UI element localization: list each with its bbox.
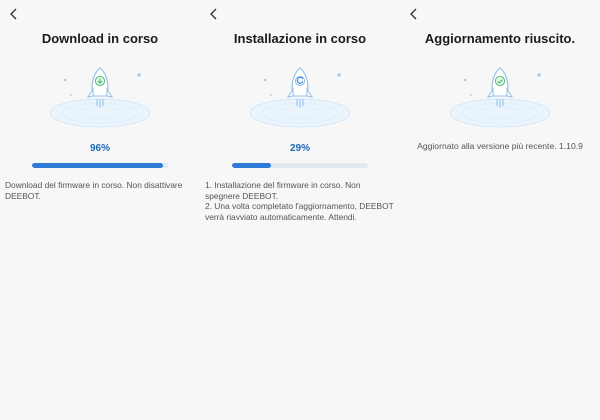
- chevron-left-icon: [410, 8, 417, 20]
- install-spinner-icon: [294, 75, 306, 87]
- rocket-illustration: [46, 62, 154, 130]
- back-button[interactable]: [406, 6, 422, 22]
- chevron-left-icon: [210, 8, 217, 20]
- status-message-line: Download del firmware in corso. Non disa…: [5, 180, 183, 201]
- progress-percent: 29%: [289, 143, 310, 154]
- download-screen: Download in corso 96% Download del firmw…: [0, 0, 200, 420]
- rocket-illustration: [446, 62, 554, 130]
- status-message: 1. Installazione del firmware in corso. …: [205, 180, 394, 222]
- page-title: Download in corso: [41, 31, 159, 46]
- download-arrow-icon: [94, 75, 106, 87]
- success-message: Aggiornato alla versione più recente. 1.…: [417, 141, 583, 151]
- page-title: Aggiornamento riuscito.: [424, 31, 576, 46]
- back-button[interactable]: [206, 6, 222, 22]
- progress-fill: [32, 163, 163, 168]
- status-message-line: 2. Una volta completato l'aggiornamento,…: [205, 201, 394, 222]
- back-button[interactable]: [6, 6, 22, 22]
- checkmark-icon: [494, 75, 506, 87]
- progress-fill: [232, 163, 272, 168]
- page-title: Installazione in corso: [233, 31, 367, 46]
- firmware-update-screens: Download in corso 96% Download del firmw…: [0, 0, 600, 420]
- success-screen: Aggiornamento riuscito. Aggiornato alla …: [400, 0, 600, 420]
- status-message-line: 1. Installazione del firmware in corso. …: [205, 180, 361, 201]
- chevron-left-icon: [10, 8, 17, 20]
- status-message: Download del firmware in corso. Non disa…: [5, 180, 194, 201]
- progress-percent: 96%: [89, 143, 110, 154]
- rocket-illustration: [246, 62, 354, 130]
- progress-bar: [232, 163, 368, 168]
- install-screen: Installazione in corso 29% 1. Installazi…: [200, 0, 400, 420]
- progress-bar: [32, 163, 168, 168]
